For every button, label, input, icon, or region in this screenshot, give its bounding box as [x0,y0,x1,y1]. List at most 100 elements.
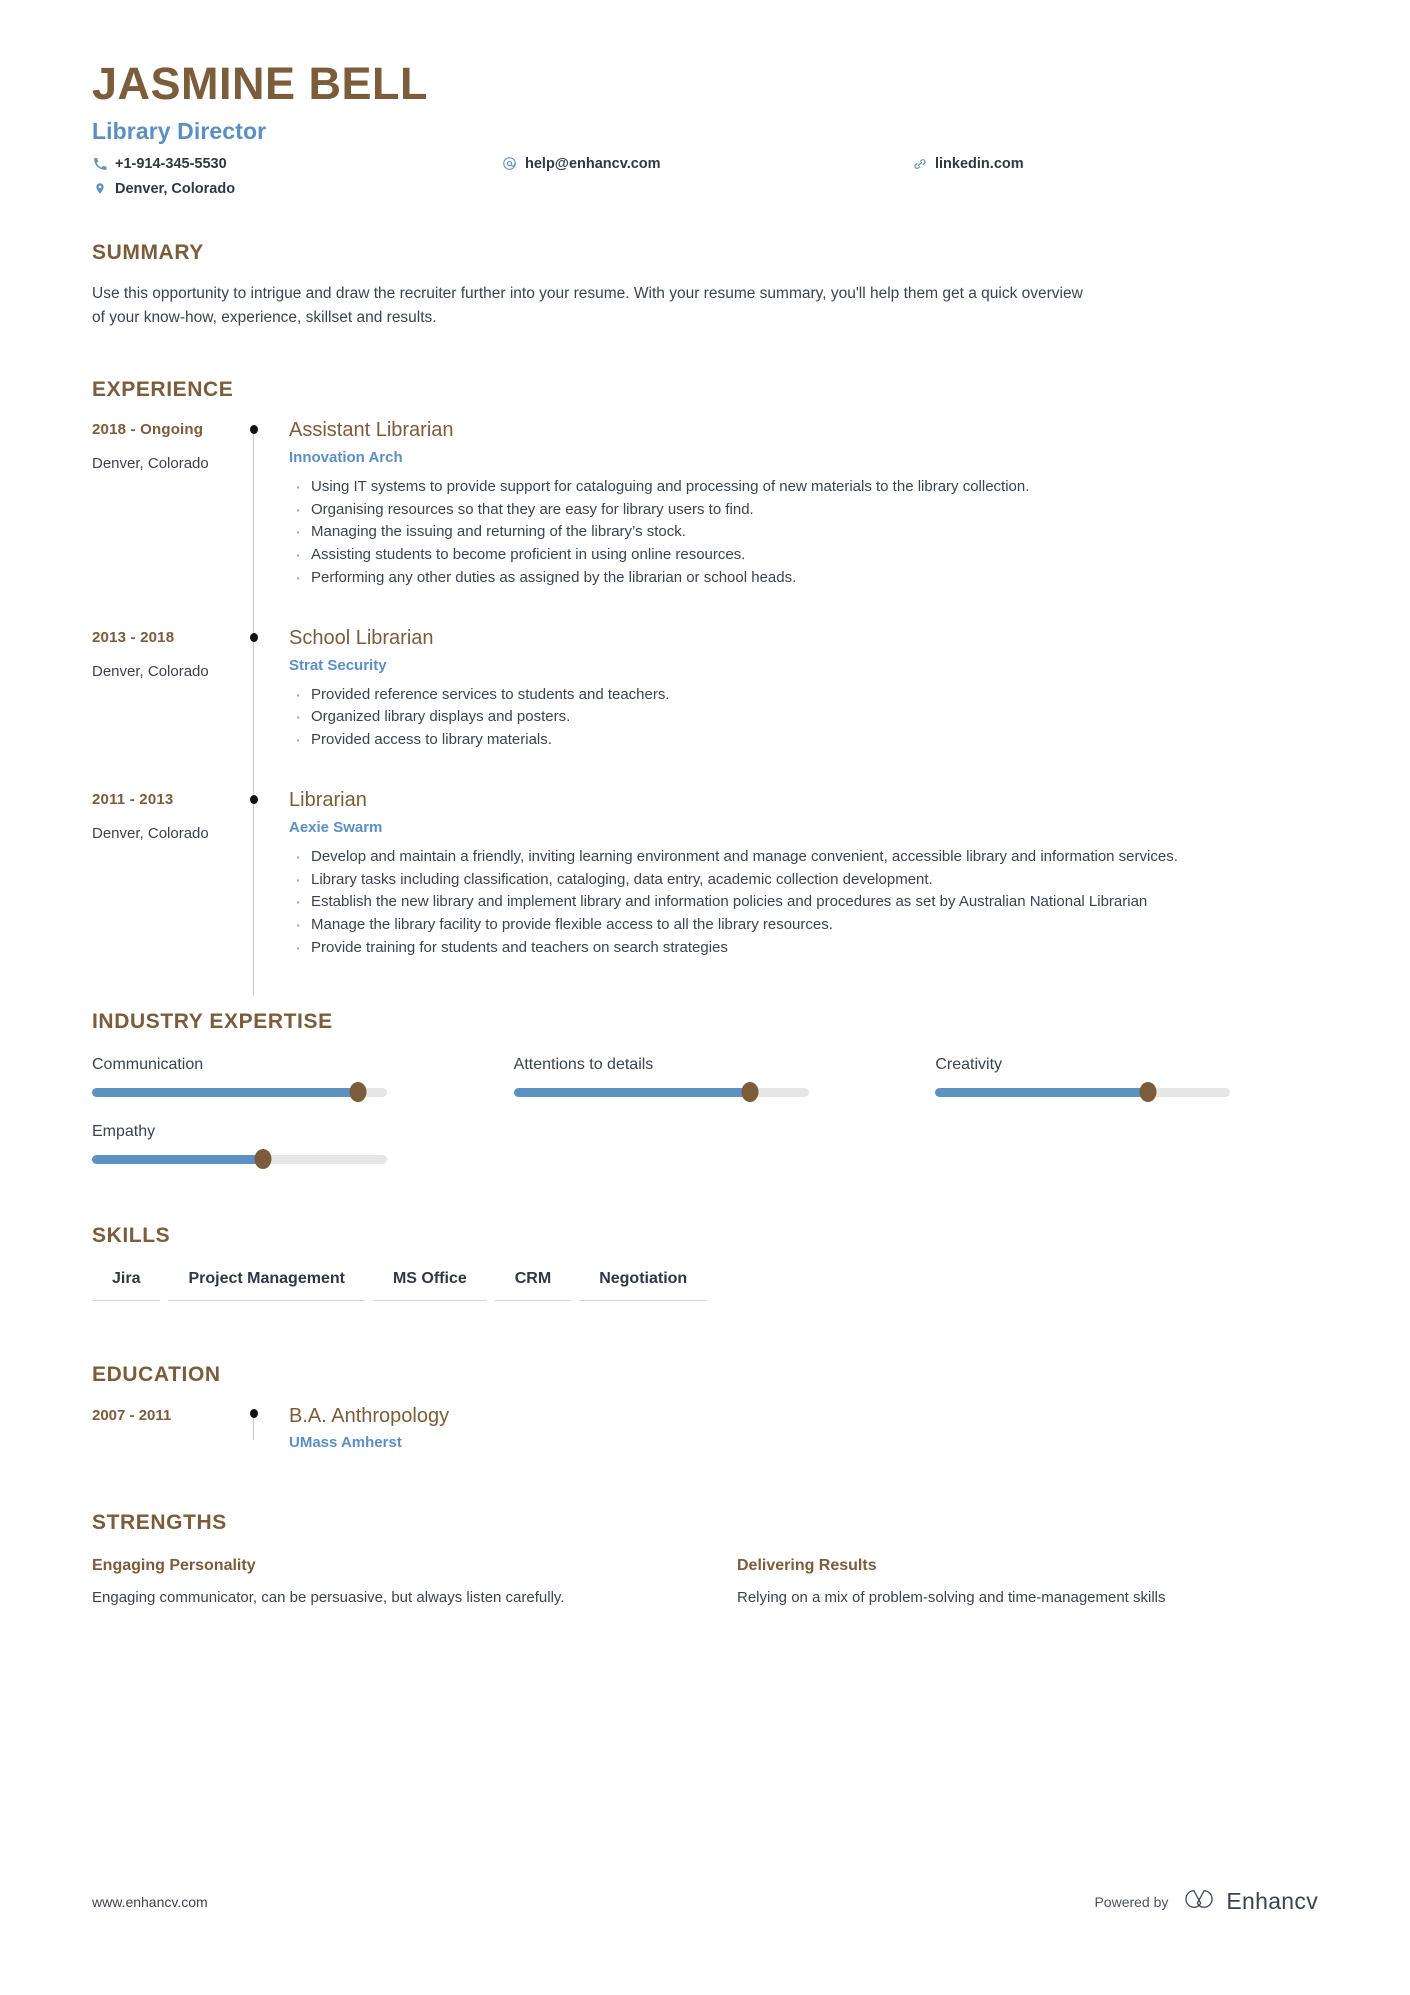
timeline-line [253,787,254,996]
experience-date: 2013 - 2018 [92,628,175,646]
expertise-slider-fill [935,1087,1148,1097]
experience-meta: 2013 - 2018 Denver, Colorado [92,626,247,788]
link-icon [912,157,927,171]
expertise-item: Communication [92,1056,475,1103]
experience-bullets: Provided reference services to students … [289,682,1318,755]
expertise-slider-thumb[interactable] [741,1082,759,1103]
footer-website-url[interactable]: www.enhancv.com [92,1894,208,1910]
strengths-section: STRENGTHS Engaging Personality Engaging c… [92,1511,1318,1610]
candidate-job-title: Library Director [92,117,267,144]
expertise-section-title: INDUSTRY EXPERTISE [92,1009,333,1033]
experience-meta: 2011 - 2013 Denver, Colorado [92,788,247,996]
experience-bullet: Establish the new library and implement … [289,889,1318,916]
experience-location: Denver, Colorado [92,662,209,680]
experience-bullet: Provided access to library materials. [289,727,1318,754]
timeline-line [253,625,254,788]
summary-text: Use this opportunity to intrigue and dra… [92,284,1083,326]
expertise-slider-fill [92,1154,264,1164]
experience-body: School Librarian Strat Security Provided r… [289,626,1318,788]
candidate-name: JASMINE BELL [92,58,429,109]
experience-entry: 2018 - Ongoing Denver, Colorado Assistant … [92,418,1318,626]
expertise-slider-grid: Communication Attentions to details Creati… [92,1056,1318,1170]
experience-bullet: Assisting students to become proficient … [289,542,1318,569]
experience-bullet: Provide training for students and teache… [289,935,1318,962]
resume-page: JASMINE BELL Library Director +1-914-345… [0,0,1410,1995]
experience-meta: 2018 - Ongoing Denver, Colorado [92,418,247,626]
strength-description: Relying on a mix of problem-solving and … [737,1588,1166,1606]
expertise-item: Attentions to details [513,1056,897,1103]
skill-chip[interactable]: Project Management [168,1270,365,1301]
experience-location: Denver, Colorado [92,824,209,842]
expertise-slider-thumb[interactable] [1139,1082,1157,1103]
experience-location: Denver, Colorado [92,454,209,472]
page-footer: www.enhancv.com Powered by Enhancv [92,1888,1318,1915]
enhancv-brand: Enhancv [1182,1888,1318,1915]
experience-bullet: Provided reference services to students … [289,682,1318,709]
experience-bullets: Develop and maintain a friendly, invitin… [289,844,1318,962]
skill-chip[interactable]: Jira [92,1270,161,1301]
experience-bullet: Using IT systems to provide support for … [289,474,1318,501]
education-section: EDUCATION 2007 - 2011 B.A. Anthropology UM… [92,1363,1318,1451]
experience-company: Innovation Arch [289,448,403,466]
experience-bullet: Library tasks including classification, … [289,867,1318,894]
skills-section-title: SKILLS [92,1223,171,1247]
experience-bullets: Using IT systems to provide support for … [289,474,1318,592]
experience-date: 2011 - 2013 [92,790,174,808]
expertise-slider-thumb[interactable] [254,1149,272,1170]
experience-bullet: Organising resources so that they are ea… [289,497,1318,524]
experience-bullet: Managing the issuing and returning of th… [289,519,1318,546]
expertise-item: Empathy [92,1122,475,1170]
expertise-label: Empathy [92,1122,156,1140]
industry-expertise-section: INDUSTRY EXPERTISE Communication Attentio… [92,1009,1318,1170]
expertise-slider-thumb[interactable] [349,1082,366,1103]
strengths-grid: Engaging Personality Engaging communicato… [92,1557,1318,1610]
contact-email-value: help@enhancv.com [525,155,661,172]
contact-phone-value: +1-914-345-5530 [115,155,227,172]
enhancv-logo-icon [1182,1888,1216,1915]
strength-title: Delivering Results [737,1556,877,1574]
summary-section: SUMMARY Use this opportunity to intrigue… [92,241,1318,330]
timeline-rail [247,787,289,996]
timeline-line [253,425,254,626]
phone-icon [92,157,107,171]
contact-email[interactable]: help@enhancv.com [502,156,912,172]
experience-entry: 2013 - 2018 Denver, Colorado School Librar… [92,625,1318,788]
education-body: B.A. Anthropology UMass Amherst [289,1404,1318,1451]
resume-header: JASMINE BELL Library Director +1-914-345… [92,0,1318,197]
expertise-item: Creativity [935,1056,1318,1103]
education-section-title: EDUCATION [92,1362,221,1386]
experience-role: Assistant Librarian [289,418,454,441]
contact-link[interactable]: linkedin.com [912,156,1318,172]
skills-list: Jira Project Management MS Office CRM Negoti… [92,1270,1318,1301]
timeline-dot-icon [249,1408,258,1418]
contact-phone[interactable]: +1-914-345-5530 [92,156,502,172]
timeline-rail [247,1404,289,1451]
summary-section-title: SUMMARY [92,240,204,264]
experience-bullet: Organized library displays and posters. [289,704,1318,731]
experience-list: 2018 - Ongoing Denver, Colorado Assistant … [92,418,1318,996]
experience-section: EXPERIENCE 2018 - Ongoing Denver, Colorad… [92,378,1318,996]
skill-chip[interactable]: Negotiation [579,1270,708,1301]
timeline-dot-icon [249,632,258,642]
expertise-slider-fill [513,1087,750,1097]
experience-role: School Librarian [289,626,434,649]
skill-chip[interactable]: CRM [494,1270,572,1301]
expertise-slider[interactable] [92,1149,387,1170]
expertise-slider[interactable] [935,1082,1231,1103]
timeline-dot-icon [249,424,258,434]
contact-details: +1-914-345-5530 help@enhancv.com linkedi… [92,156,1318,197]
powered-by-label: Powered by [1094,1893,1169,1910]
experience-company: Aexie Swarm [289,818,383,836]
experience-bullet: Develop and maintain a friendly, invitin… [289,844,1318,871]
skill-chip[interactable]: MS Office [372,1270,487,1301]
contact-location-value: Denver, Colorado [115,180,236,197]
timeline-dot-icon [249,794,258,804]
experience-body: Assistant Librarian Innovation Arch Using … [289,418,1318,626]
experience-role: Librarian [289,788,367,811]
experience-bullet: Manage the library facility to provide f… [289,912,1318,939]
strengths-section-title: STRENGTHS [92,1510,227,1534]
expertise-slider[interactable] [92,1082,387,1103]
timeline-rail [247,625,289,788]
expertise-slider[interactable] [513,1082,809,1103]
contact-location[interactable]: Denver, Colorado [92,181,502,197]
